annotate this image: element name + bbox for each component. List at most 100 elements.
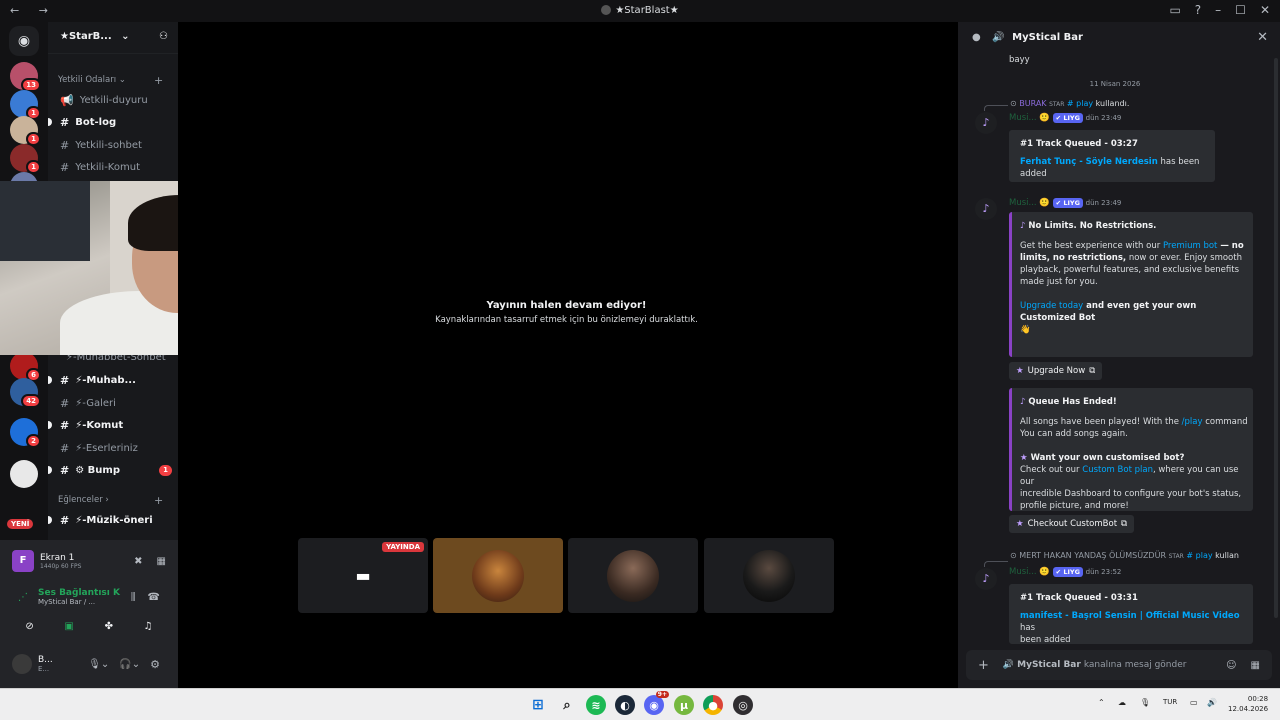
reply-user[interactable]: MERT HAKAN YANDAŞ ÖLÜMSÜZDÜR (1019, 551, 1166, 560)
minimize-button[interactable]: – (1215, 3, 1221, 17)
participant-tile[interactable] (433, 538, 563, 613)
checkout-custombot-button[interactable]: ★ Checkout CustomBot ⧉ (1009, 515, 1135, 533)
upgrade-link[interactable]: Upgrade today (1020, 301, 1083, 311)
inbox-icon[interactable]: ▭ (1169, 3, 1180, 17)
embed-tail: been added (1020, 635, 1071, 645)
participant-tile[interactable] (568, 538, 698, 613)
channel-item[interactable]: # Bot-log (48, 113, 172, 131)
voice-channel[interactable]: MyStical Bar / ... (38, 598, 120, 606)
chevron-down-icon: ⌄ (121, 31, 130, 42)
category-yetkili[interactable]: Yetkili Odaları ⌄ + (58, 74, 163, 87)
reply-command[interactable]: # play (1067, 99, 1093, 108)
author-name[interactable]: Musi... (1009, 113, 1037, 123)
upgrade-now-button[interactable]: ★ Upgrade Now ⧉ (1009, 362, 1103, 380)
server-icon[interactable]: 1 (10, 144, 41, 174)
scrollbar[interactable] (1274, 58, 1278, 618)
tray-chevron-icon[interactable]: ⌃ (1098, 698, 1105, 707)
channel-hash-icon: # (60, 463, 70, 477)
panel-title: MyStical Bar (1012, 32, 1083, 43)
server-icon[interactable]: 1 (10, 116, 41, 146)
soundboard-icon[interactable]: ♫ (144, 621, 153, 632)
participant-tile[interactable] (704, 538, 834, 613)
mute-icon[interactable]: 🎙⌄ (88, 659, 109, 670)
maximize-button[interactable]: ☐ (1235, 3, 1246, 17)
tray-mic-icon[interactable]: 🎙 (1140, 698, 1150, 707)
chrome-icon[interactable]: ● (703, 695, 723, 715)
bot-avatar[interactable]: ♪ (975, 112, 997, 134)
obs-icon[interactable]: ◎ (733, 695, 753, 715)
track-link[interactable]: Ferhat Tunç - Söyle Nerdesin (1020, 157, 1158, 167)
queue-body: All songs have been played! With the /pl… (1020, 416, 1252, 512)
message-input[interactable]: + 🔊 MyStical Bar kanalına mesaj gönder ☺… (966, 650, 1272, 680)
stop-stream-icon[interactable]: ✖ (134, 556, 142, 567)
search-icon[interactable]: ⌕ (557, 695, 577, 715)
discord-home-icon[interactable]: ◉ (9, 26, 39, 56)
bot-avatar[interactable]: ♪ (975, 198, 997, 220)
server-icon[interactable]: 42 (10, 378, 41, 408)
stream-settings-icon[interactable]: ▦ (157, 556, 166, 567)
add-channel-icon[interactable]: + (154, 74, 163, 87)
channel-item[interactable]: 📢 Yetkili-duyuru (60, 91, 172, 109)
channel-item[interactable]: # Yetkili-Komut (60, 158, 172, 176)
add-member-icon[interactable]: ⚇ (159, 31, 168, 42)
close-icon[interactable]: ✕ (1257, 30, 1268, 45)
activities-icon[interactable]: ✤ (105, 621, 113, 632)
deafen-icon[interactable]: 🎧⌄ (119, 659, 140, 670)
category-eglenceler[interactable]: Eğlenceler › + (58, 494, 163, 507)
promo-body: Get the best experience with our Premium… (1020, 240, 1252, 336)
bot-avatar[interactable]: ♪ (975, 568, 997, 590)
channel-item[interactable]: # ⚙ Bump 1 (48, 461, 172, 479)
track-link[interactable]: manifest - Başrol Sensin | Official Musi… (1020, 611, 1240, 621)
channel-item[interactable]: # ⚡-Eserleriniz (60, 439, 172, 457)
user-panel: F Ekran 1 1440p 60 FPS ✖ ▦ ⋰ Ses Bağlant… (0, 540, 178, 688)
channel-item[interactable]: # ⚡-Galeri (60, 394, 172, 412)
add-channel-icon[interactable]: + (154, 494, 163, 507)
clock[interactable]: 00:28 12.04.2026 (1228, 694, 1268, 714)
channel-item[interactable]: # ⚡-Muhab... (48, 371, 172, 389)
channel-item[interactable]: # ⚡-Komut (48, 416, 172, 434)
reply-user[interactable]: BURAK (1019, 99, 1046, 108)
premium-link[interactable]: Premium bot (1163, 241, 1217, 251)
author-name[interactable]: Musi... (1009, 198, 1037, 208)
windows-start-icon[interactable]: ⊞ (528, 695, 548, 715)
server-header[interactable]: ★StarB... ⌄ ⚇ (48, 22, 178, 54)
close-button[interactable]: ✕ (1260, 3, 1270, 17)
tray-network-icon[interactable]: ☁ (1118, 698, 1126, 707)
server-icon[interactable]: 2 (10, 418, 41, 448)
clock-date: 12.04.2026 (1228, 705, 1269, 713)
server-icon[interactable]: 6 (10, 352, 41, 382)
bot-icon: ♪ (1020, 397, 1026, 407)
server-icon[interactable]: 13 (10, 62, 41, 92)
message-list[interactable]: bayy 11 Nisan 2026 ⊙ BURAK STAR # play k… (958, 54, 1280, 660)
channel-item[interactable]: # Yetkili-sohbet (60, 136, 172, 154)
discord-icon[interactable]: ◉ 9+ (644, 691, 669, 715)
steam-icon[interactable]: ◐ (615, 695, 635, 715)
discord-badge: 9+ (655, 691, 669, 698)
queue-title: ♪ Queue Has Ended! (1020, 396, 1117, 408)
wifi-icon[interactable]: ▭ (1190, 698, 1198, 707)
stream-tile[interactable]: ▬ YAYINDA (298, 538, 428, 613)
language-indicator[interactable]: TUR (1163, 698, 1177, 706)
add-attachment-icon[interactable]: + (978, 658, 989, 673)
play-command-link[interactable]: /play (1182, 417, 1203, 427)
server-icon[interactable] (10, 460, 38, 488)
custom-bot-link[interactable]: Custom Bot plan (1082, 465, 1153, 475)
volume-icon[interactable]: 🔊 (1207, 698, 1217, 707)
apps-icon[interactable]: ▦ (1251, 660, 1260, 671)
avatar[interactable] (12, 654, 32, 674)
server-icon[interactable]: 1 (10, 90, 41, 120)
emoji-icon[interactable]: ☺ (1226, 660, 1236, 671)
reply-command[interactable]: # play (1186, 551, 1212, 560)
noise-suppression-icon[interactable]: ⫼ (131, 592, 136, 603)
author-name[interactable]: Musi... (1009, 567, 1037, 577)
settings-gear-icon[interactable]: ⚙ (150, 658, 160, 671)
voice-status[interactable]: Ses Bağlantısı K (38, 588, 120, 598)
utorrent-icon[interactable]: µ (674, 695, 694, 715)
channel-item[interactable]: # ⚡-Müzik-öneri (48, 511, 172, 529)
channel-name: ⚡-Galeri (75, 397, 116, 409)
camera-off-icon[interactable]: ⊘ (25, 621, 33, 632)
spotify-icon[interactable]: ≋ (586, 695, 606, 715)
disconnect-icon[interactable]: ☎ (148, 592, 160, 603)
help-icon[interactable]: ? (1195, 3, 1201, 17)
share-screen-icon[interactable]: ▣ (64, 621, 73, 632)
